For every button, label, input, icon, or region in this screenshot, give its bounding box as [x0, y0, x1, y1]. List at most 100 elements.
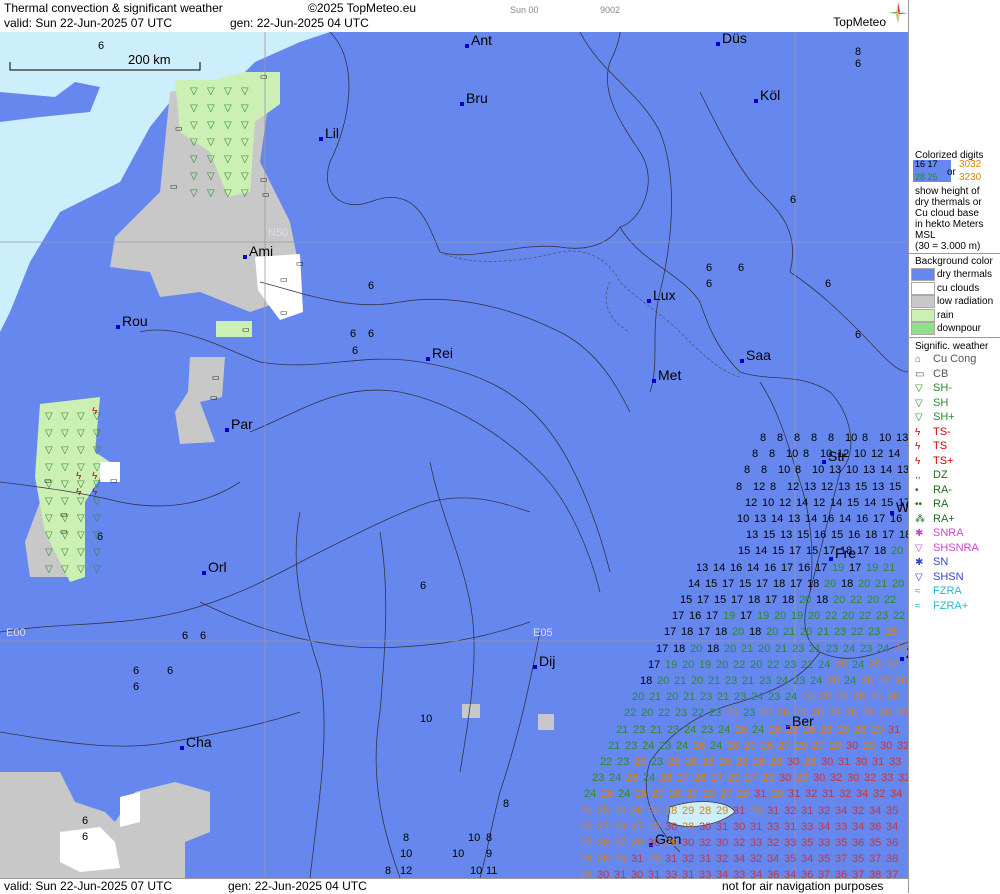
thermal-value: 6 [738, 262, 745, 274]
thermal-value: 29 [614, 853, 627, 866]
thunderstorm-icon: ϟ [92, 471, 98, 482]
city-label[interactable]: Met [652, 367, 681, 383]
thermal-value: 27 [652, 788, 665, 801]
city-label[interactable]: Köl [754, 87, 780, 103]
thermal-value: 26 [769, 723, 782, 736]
thermal-value: 29 [737, 788, 750, 801]
thermal-value: 23 [592, 772, 605, 785]
legend-sig-label: SH- [933, 382, 952, 394]
thermal-value: 16 [890, 513, 903, 525]
thermal-value: 22 [733, 658, 746, 671]
shower-icon: ▽ [224, 137, 232, 148]
thermal-value: 33 [801, 820, 814, 833]
thermal-value: 18 [748, 594, 761, 606]
thermal-value: 29 [750, 804, 763, 817]
thermal-value: 30 [779, 772, 792, 785]
thermal-value: 28 [862, 707, 875, 720]
city-label[interactable]: Lux [647, 287, 676, 303]
thermal-value: 24 [877, 642, 890, 655]
shower-icon: ▽ [45, 462, 53, 473]
thermal-value: 35 [869, 837, 882, 849]
shower-icon: ▽ [241, 120, 249, 131]
thermal-value: 26 [580, 804, 593, 817]
thermal-value: 6 [133, 665, 140, 677]
thermal-value: 31 [716, 820, 729, 833]
thermal-value: 6 [352, 345, 359, 357]
thermal-value: 27 [878, 675, 891, 687]
thermal-value: 19 [699, 658, 712, 671]
thermal-value: 32 [839, 788, 852, 801]
shower-icon: ▽ [207, 171, 215, 182]
thermal-value: 12 [813, 496, 826, 509]
thunderstorm-icon: ϟ [92, 406, 98, 417]
thermal-value: 15 [739, 577, 752, 590]
city-label[interactable]: Düs [716, 32, 747, 46]
thermal-value: 30 [733, 820, 746, 833]
city-label[interactable]: Ami [243, 243, 273, 259]
weather-symbol-icon: •• [915, 499, 923, 510]
thermal-value: 15 [763, 529, 776, 542]
legend-bg-item: rain [911, 308, 954, 322]
map-area[interactable]: 200 km N50 E00 E05 Ant Düs Bru Köl Lil A… [0, 32, 908, 878]
thermal-value: 25 [835, 658, 848, 671]
thermal-value: 31 [754, 788, 767, 801]
city-label[interactable]: Par [225, 416, 253, 432]
legend-desc: dry thermals or [915, 197, 982, 208]
thermal-value: 18 [899, 529, 908, 542]
map-title: Thermal convection & significant weather [4, 1, 223, 15]
legend-sig-label: SHSN [933, 570, 964, 583]
city-label[interactable]: Lil [319, 125, 339, 141]
legend-bg-title: Background color [915, 256, 993, 267]
city-label[interactable]: Dij [533, 653, 555, 669]
legend-sample-a: 16 17 [915, 159, 938, 169]
thermal-value: 32 [767, 837, 780, 849]
thermal-value: 27 [886, 658, 899, 671]
thermal-value: 28 [597, 853, 610, 866]
thermal-value: 31 [665, 853, 678, 866]
copyright: ©2025 TopMeteo.eu [308, 1, 417, 15]
thermal-value: 31 [648, 869, 661, 878]
thermal-value: 26 [811, 707, 824, 720]
thermal-value: 32 [852, 804, 865, 817]
thermal-value: 27 [580, 837, 593, 849]
thermal-value: 18 [715, 626, 728, 639]
thermal-value: 6 [182, 630, 189, 642]
thermal-value: 13 [863, 464, 876, 477]
thermal-value: 11 [486, 865, 498, 877]
shower-icon: ▽ [207, 137, 215, 148]
thermal-value: 10 [812, 464, 825, 477]
thermal-value: 13 [838, 480, 851, 493]
thermal-value: 17 [823, 545, 836, 558]
shower-icon: ▽ [77, 411, 85, 422]
valid-time: valid: Sun 22-Jun-2025 07 UTC [4, 16, 173, 30]
weather-symbol-icon: ▽ [915, 571, 923, 583]
legend-sig-title: Signific. weather [915, 341, 989, 352]
thermal-value: 23 [633, 723, 646, 736]
city-label[interactable]: Orl [202, 559, 227, 575]
legend-bg-item: dry thermals [911, 268, 992, 281]
city-label[interactable]: Ant [465, 32, 492, 48]
city-label[interactable]: Rou [116, 313, 148, 329]
thermal-value: 17 [882, 529, 895, 542]
city-label[interactable]: Saa [740, 347, 771, 363]
thermal-value: 8 [403, 832, 410, 844]
legend-sig-label: SH [933, 396, 949, 409]
city-label[interactable]: Rei [426, 345, 453, 361]
shower-icon: ▽ [45, 411, 53, 422]
legend-desc: show height of [915, 186, 980, 197]
legend-sig-item: ▽ SH [915, 397, 948, 409]
thermal-value: 25 [668, 756, 681, 768]
thermal-value: 12 [787, 480, 800, 493]
thermal-value: 33 [881, 772, 894, 785]
thermal-value: 18 [749, 626, 762, 639]
thermal-value: 8 [803, 448, 810, 461]
thermal-value: 37 [818, 869, 831, 878]
thermal-value: 6 [706, 278, 713, 290]
city-label[interactable]: Bru [460, 90, 488, 106]
thermal-value: 19 [757, 610, 770, 623]
thermal-value: 29 [837, 723, 850, 736]
thermal-value: 26 [761, 739, 774, 752]
thermal-value: 34 [852, 820, 865, 833]
city-label[interactable]: Cha [180, 734, 212, 750]
thermal-value: 28 [614, 820, 627, 833]
